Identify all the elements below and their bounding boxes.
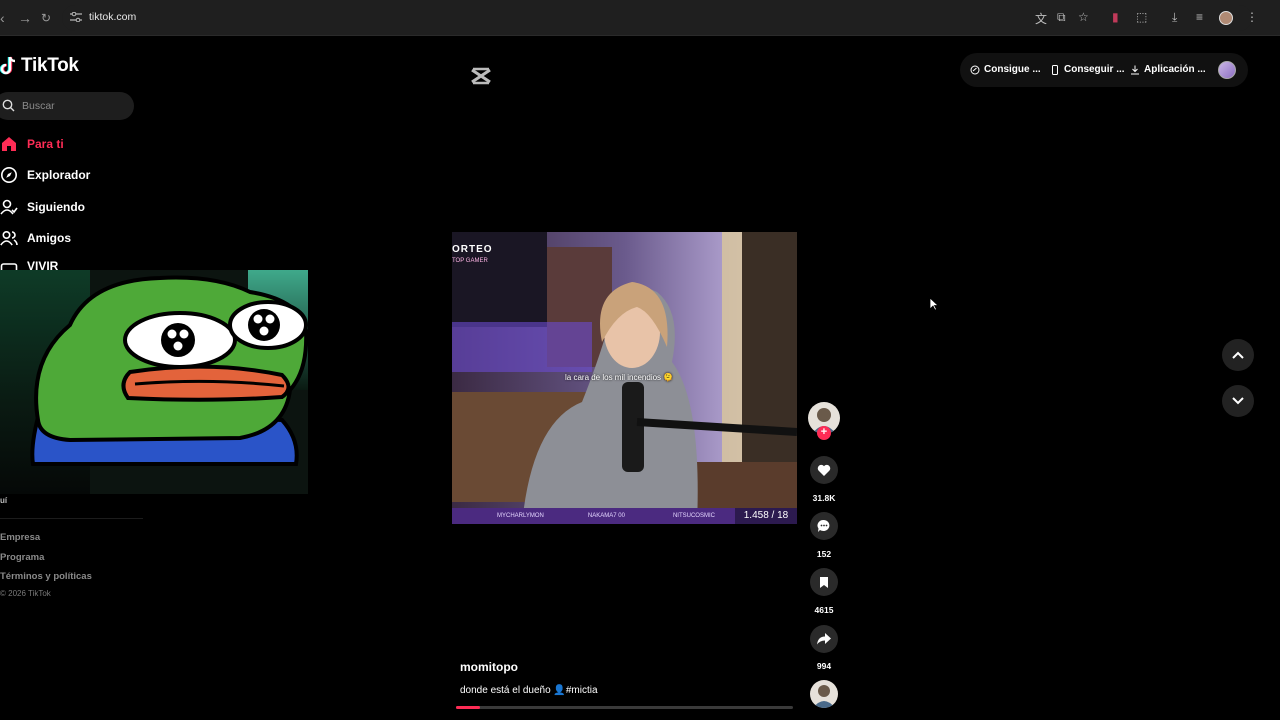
friends-icon (0, 230, 18, 246)
sidebar-divider (0, 518, 143, 519)
pill-label: Consigue ... (984, 64, 1041, 75)
get-app-button[interactable]: Conseguir ... (1050, 64, 1125, 75)
comment-icon (817, 519, 830, 532)
site-settings-icon[interactable] (70, 12, 82, 22)
search-placeholder: Buscar (22, 100, 55, 112)
video-progress-fill (456, 706, 480, 709)
capcut-icon[interactable] (470, 66, 492, 86)
extension-icon[interactable]: ▮ (1112, 10, 1119, 24)
sidebar-item-label: Para ti (27, 137, 64, 151)
next-video-button[interactable] (1222, 385, 1254, 417)
coin-icon (970, 65, 980, 74)
compass-icon (1, 167, 17, 183)
download-icon[interactable]: ⤓ (1172, 10, 1177, 25)
ticker-name: NAKAMA7 00 (587, 513, 625, 519)
sidebar-item-label: Amigos (27, 231, 72, 245)
video-player[interactable]: ORTEO TOP GAMER la cara de los mil incen… (452, 232, 797, 524)
following-icon (0, 199, 18, 215)
browser-toolbar: ‹ → ↻ tiktok.com 文 ⧉ ☆ ▮ ⬚ ⤓ ≡ ⋮ (0, 0, 1280, 36)
sidebar-item-siguiendo[interactable]: Siguiendo (0, 197, 85, 217)
download-icon (1131, 65, 1139, 74)
sidebar-item-label: Siguiendo (27, 200, 85, 214)
video-corner-title: ORTEO (452, 244, 493, 255)
comment-count: 152 (816, 549, 832, 559)
address-bar[interactable] (62, 5, 1252, 31)
translate-icon[interactable]: 文 (1035, 10, 1047, 27)
live-icon (0, 263, 18, 270)
footer-link-programa[interactable]: Programa (0, 552, 44, 563)
home-icon (2, 137, 16, 151)
save-count: 4615 (814, 605, 834, 615)
previous-video-button[interactable] (1222, 339, 1254, 371)
like-count: 31.8K (812, 493, 836, 503)
logo-text: TikTok (21, 55, 79, 76)
comment-button[interactable] (810, 512, 838, 540)
sidebar-item-label: VIVIR (27, 259, 59, 270)
save-button[interactable] (810, 568, 838, 596)
tiktok-logo[interactable]: TikTok (0, 55, 79, 77)
back-icon[interactable]: ‹ (0, 10, 5, 26)
url-text[interactable]: tiktok.com (89, 11, 136, 23)
like-button[interactable] (810, 456, 838, 484)
profile-avatar[interactable] (1219, 11, 1233, 25)
search-input[interactable] (0, 92, 134, 120)
chevron-down-icon (1232, 397, 1244, 405)
stream-counter: 1.458 / 18 (735, 508, 797, 524)
video-description: donde está el dueño 👤#mictia (460, 685, 598, 696)
sound-avatar[interactable] (810, 680, 838, 708)
ticker-name: MYCHARLYMON (497, 513, 544, 519)
video-progress-bar[interactable] (456, 706, 793, 709)
sidebar-item-explorador[interactable]: Explorador (0, 165, 90, 185)
video-corner-subtitle: TOP GAMER (452, 258, 488, 264)
get-coins-button[interactable]: Consigue ... (970, 64, 1041, 75)
share-button[interactable] (810, 625, 838, 653)
tiktok-note-icon (0, 56, 16, 75)
reload-icon[interactable]: ↻ (41, 11, 51, 25)
menu-dots-icon[interactable]: ⋮ (1246, 10, 1258, 24)
mouse-cursor-icon (929, 297, 939, 311)
sidebar-partial-text: uí (0, 496, 8, 505)
puzzle-icon[interactable]: ⬚ (1136, 10, 1147, 24)
sidebar-item-label: Explorador (27, 168, 91, 182)
pepe-frog-overlay (0, 270, 308, 494)
search-icon (2, 99, 15, 112)
footer-link-empresa[interactable]: Empresa (0, 532, 40, 543)
bookmark-icon (820, 576, 828, 588)
share-count: 994 (816, 661, 832, 671)
share-icon (817, 633, 831, 645)
reading-list-icon[interactable]: ≡ (1196, 10, 1203, 24)
video-author[interactable]: momitopo (460, 660, 518, 674)
pill-label: Conseguir ... (1064, 64, 1125, 75)
sidebar-item-amigos[interactable]: Amigos (0, 228, 71, 248)
chevron-up-icon (1232, 351, 1244, 359)
video-caption-overlay: la cara de los mil incendios 🫠 (565, 373, 674, 382)
cast-icon[interactable]: ⧉ (1057, 10, 1066, 25)
phone-icon (1052, 64, 1058, 75)
sidebar-item-vivir[interactable]: VIVIR (0, 259, 58, 270)
footer-link-terminos[interactable]: Términos y políticas (0, 571, 92, 582)
bookmark-star-icon[interactable]: ☆ (1078, 10, 1089, 24)
pill-label: Aplicación ... (1144, 64, 1206, 75)
copyright-text: © 2026 TikTok (0, 589, 51, 598)
heart-icon (817, 464, 831, 476)
sidebar-item-para-ti[interactable]: Para ti (0, 134, 64, 154)
user-avatar[interactable] (1218, 61, 1236, 79)
ticker-name: NITSUCOSMIC (672, 513, 715, 519)
forward-icon[interactable]: → (18, 10, 32, 26)
desktop-app-button[interactable]: Aplicación ... (1130, 64, 1206, 75)
follow-button[interactable]: + (817, 426, 831, 440)
